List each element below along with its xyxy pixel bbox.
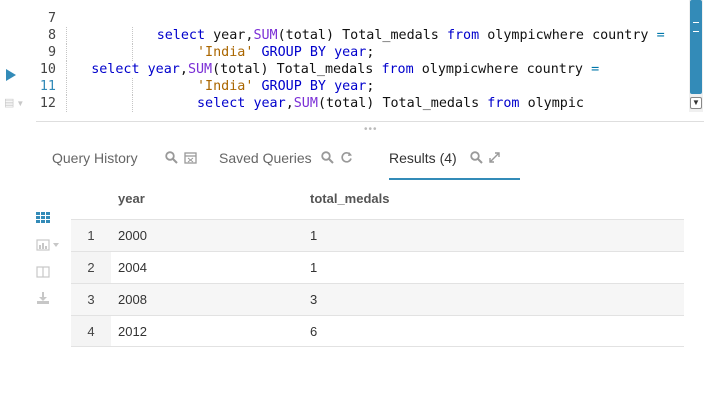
table-row[interactable]: 3 2008 3 bbox=[71, 283, 684, 315]
book-icon[interactable]: ▤ ▼ bbox=[4, 96, 26, 109]
tab-query-history[interactable]: Query History bbox=[52, 140, 202, 178]
scroll-down-button[interactable]: ▼ bbox=[690, 97, 702, 109]
search-icon[interactable] bbox=[469, 151, 483, 165]
code-line-13: 13 'India' GROUP BY year; bbox=[36, 95, 686, 112]
table-row[interactable]: 2 2004 1 bbox=[71, 251, 684, 283]
cell-total-medals: 1 bbox=[310, 260, 318, 275]
row-number: 1 bbox=[87, 228, 95, 243]
expand-icon[interactable] bbox=[487, 151, 501, 165]
cell-year: 2000 bbox=[118, 228, 147, 243]
refresh-icon[interactable] bbox=[339, 151, 353, 165]
cell-total-medals: 1 bbox=[310, 228, 318, 243]
editor-gutter-icons: ▤ ▼ bbox=[0, 0, 36, 112]
table-row[interactable]: 4 2012 6 bbox=[71, 315, 684, 347]
code-line-11: 11 select year,SUM(total) Total_medals f… bbox=[36, 61, 686, 112]
row-number: 2 bbox=[87, 260, 95, 275]
code-line-10: 10 'India' GROUP BY year; bbox=[36, 44, 686, 95]
scrollbar-thumb[interactable] bbox=[690, 0, 702, 94]
column-header-year[interactable]: year bbox=[118, 191, 145, 206]
search-icon[interactable] bbox=[164, 151, 178, 165]
results-table: year total_medals 1 2000 1 2 2004 1 3 20… bbox=[71, 183, 684, 347]
tab-saved-queries[interactable]: Saved Queries bbox=[219, 140, 369, 178]
editor-divider bbox=[36, 121, 704, 122]
cell-total-medals: 6 bbox=[310, 324, 318, 339]
play-icon[interactable] bbox=[6, 69, 16, 81]
cell-year: 2008 bbox=[118, 292, 147, 307]
code-line-8: 8 'India' GROUP BY year; bbox=[36, 10, 686, 61]
row-number: 3 bbox=[87, 292, 95, 307]
results-tabs: Query History Saved Queries Results (4) bbox=[36, 140, 704, 180]
sql-editor[interactable]: ▤ ▼ 7 select year,SUM(total) Total_medals… bbox=[0, 0, 725, 112]
tab-results[interactable]: Results (4) bbox=[389, 140, 520, 180]
grip-icon bbox=[693, 22, 699, 32]
grid-icon[interactable] bbox=[36, 210, 60, 226]
search-icon[interactable] bbox=[320, 151, 334, 165]
cell-year: 2012 bbox=[118, 324, 147, 339]
bar-chart-icon[interactable] bbox=[36, 238, 60, 254]
editor-scrollbar[interactable]: ▼ bbox=[689, 0, 703, 112]
resize-handle[interactable]: ••• bbox=[364, 125, 378, 135]
cell-total-medals: 3 bbox=[310, 292, 318, 307]
cell-year: 2004 bbox=[118, 260, 147, 275]
code-line-12: 12 where country = bbox=[36, 78, 686, 111]
row-number: 4 bbox=[87, 324, 95, 339]
tab-label: Saved Queries bbox=[219, 150, 312, 166]
code-line-7: 7 select year,SUM(total) Total_medals fr… bbox=[36, 0, 686, 44]
tab-label: Query History bbox=[52, 150, 138, 166]
code-lines[interactable]: 7 select year,SUM(total) Total_medals fr… bbox=[36, 0, 693, 112]
table-header: year total_medals bbox=[71, 183, 684, 219]
code-line-9: 9 select year,SUM(total) Total_medals fr… bbox=[36, 27, 686, 78]
table-row[interactable]: 1 2000 1 bbox=[71, 219, 684, 251]
tab-label: Results (4) bbox=[389, 150, 457, 166]
column-header-total-medals[interactable]: total_medals bbox=[310, 191, 389, 206]
calendar-icon[interactable] bbox=[183, 151, 197, 165]
download-icon[interactable] bbox=[36, 291, 60, 307]
columns-icon[interactable] bbox=[36, 265, 60, 281]
results-side-toolbar bbox=[36, 205, 66, 315]
